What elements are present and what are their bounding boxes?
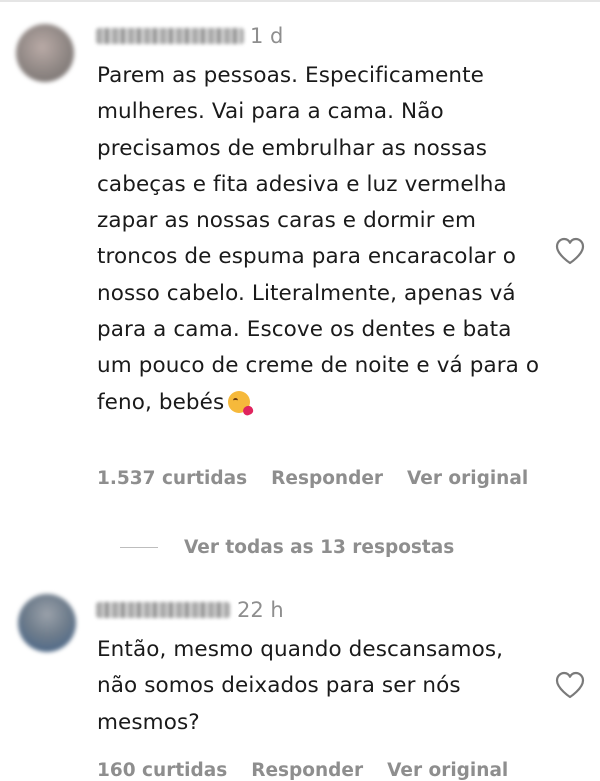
reply-button[interactable]: Responder bbox=[251, 760, 363, 781]
comment-actions: 1.537 curtidas Responder Ver original bbox=[97, 468, 528, 489]
comment-actions: 160 curtidas Responder Ver original bbox=[97, 760, 508, 781]
top-divider bbox=[0, 0, 600, 2]
likes-count[interactable]: 160 curtidas bbox=[97, 760, 227, 781]
view-replies-row: Ver todas as 13 respostas bbox=[120, 534, 454, 560]
comment-time: 1 d bbox=[250, 24, 284, 48]
avatar[interactable] bbox=[16, 24, 74, 82]
avatar[interactable] bbox=[18, 594, 76, 652]
comment-time: 22 h bbox=[237, 598, 284, 622]
reply-button[interactable]: Responder bbox=[271, 468, 383, 489]
likes-count[interactable]: 1.537 curtidas bbox=[97, 468, 247, 489]
username-blurred[interactable] bbox=[96, 28, 244, 44]
view-replies-link[interactable]: Ver todas as 13 respostas bbox=[184, 537, 454, 558]
kissing-heart-emoji-icon bbox=[228, 390, 251, 413]
comment-text: Então, mesmo quando descansamos, não som… bbox=[97, 637, 504, 735]
comment-body: Parem as pessoas. Especificamente mulher… bbox=[97, 63, 540, 415]
see-original-button[interactable]: Ver original bbox=[407, 468, 528, 489]
replies-divider bbox=[120, 546, 158, 548]
comment-text: Parem as pessoas. Especificamente mulher… bbox=[97, 58, 547, 421]
username-blurred[interactable] bbox=[96, 602, 230, 618]
heart-outline-icon[interactable] bbox=[554, 670, 586, 700]
see-original-button[interactable]: Ver original bbox=[387, 760, 508, 781]
heart-outline-icon[interactable] bbox=[554, 236, 586, 266]
